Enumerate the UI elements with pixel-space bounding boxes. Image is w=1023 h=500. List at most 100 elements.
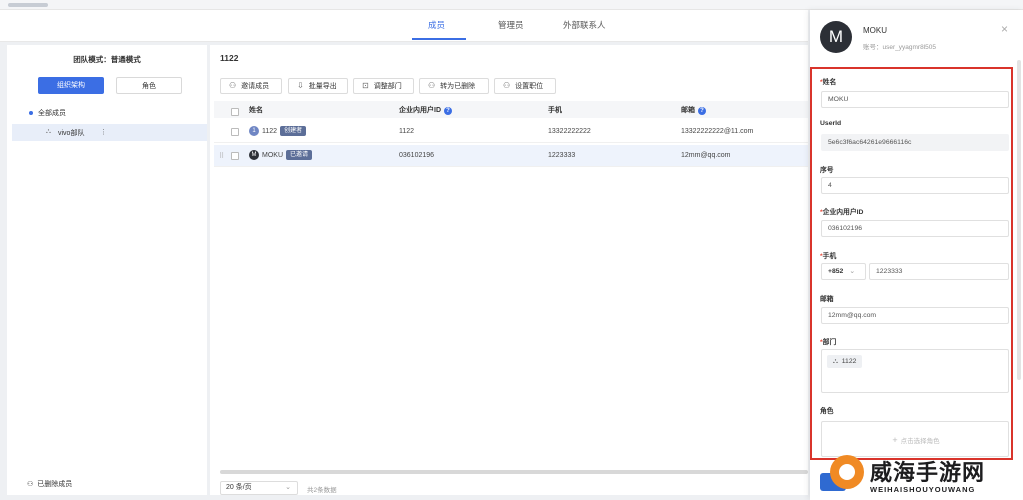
add-role-button[interactable]: + 点击选择角色 bbox=[822, 435, 1010, 445]
account-id: 账号：user_yyagmr8l505 bbox=[863, 44, 936, 51]
col-phone: 手机 bbox=[548, 107, 562, 114]
tab-external-contacts[interactable]: 外部联系人 bbox=[563, 19, 606, 31]
watermark-text: 威海手游网 bbox=[870, 460, 986, 485]
member-name: MOKU bbox=[863, 26, 887, 35]
position-label: 设置职位 bbox=[515, 83, 544, 90]
export-icon: ⇩ bbox=[297, 81, 304, 90]
page-size-select[interactable]: 20 条/页 ⌄ bbox=[220, 481, 298, 495]
col-user-id: 企业内用户ID? bbox=[399, 105, 452, 115]
member-list-panel: 1122 ⚇ 邀请成员 ⇩ 批量导出 ⊡ 调整部门 ⚇ 转为已删除 ⚇ 设置职位 姓名 企… bbox=[210, 45, 808, 495]
name-field[interactable]: MOKU bbox=[821, 91, 1009, 108]
invite-member-button[interactable]: ⚇ 邀请成员 bbox=[220, 78, 282, 94]
col-user-id-label: 企业内用户ID bbox=[399, 107, 441, 114]
team-mode-title: 团队模式：普通模式 bbox=[73, 55, 141, 64]
org-structure-tab[interactable]: 组织架构 bbox=[38, 77, 104, 94]
page-size-value: 20 条/页 bbox=[226, 484, 252, 491]
email-field[interactable]: 12mm@qq.com bbox=[821, 307, 1009, 324]
move-to-deleted-button[interactable]: ⚇ 转为已删除 bbox=[419, 78, 489, 94]
col-name: 姓名 bbox=[249, 107, 263, 114]
tab-members[interactable]: 成员 bbox=[428, 19, 445, 31]
member-name: MOKU bbox=[262, 151, 283, 159]
user-remove-icon: ⚇ bbox=[428, 81, 436, 90]
adjust-dept-button[interactable]: ⊡ 调整部门 bbox=[353, 78, 414, 94]
total-count: 共2条数据 bbox=[307, 487, 337, 494]
move-label: 转为已删除 bbox=[440, 83, 476, 90]
all-members-label: 全部成员 bbox=[38, 110, 66, 117]
dept-select[interactable]: ⛬ 1122 bbox=[821, 349, 1009, 393]
user-add-icon: ⚇ bbox=[229, 81, 237, 90]
name-cell: M MOKU 已邀请 bbox=[249, 150, 313, 160]
export-label: 批量导出 bbox=[308, 83, 337, 90]
name-label: *姓名 bbox=[820, 79, 837, 86]
dot-icon bbox=[29, 111, 33, 116]
phone-cell: 1223333 bbox=[548, 152, 576, 159]
top-bar bbox=[0, 0, 1023, 10]
email-label: 邮箱 bbox=[820, 296, 834, 303]
member-edit-form: *姓名 MOKU UserId 5e6c3f6ac64261e9666116c … bbox=[810, 67, 1013, 460]
deleted-members-label: 已删除成员 bbox=[37, 481, 73, 488]
avatar: M bbox=[249, 150, 259, 160]
name-cell: 1 1122 创建者 bbox=[249, 126, 307, 136]
position-icon: ⚇ bbox=[503, 81, 511, 90]
phone-cell: 13322222222 bbox=[548, 128, 591, 135]
adjust-label: 调整部门 bbox=[373, 83, 402, 90]
index-label: 序号 bbox=[820, 167, 834, 174]
deleted-members-item[interactable]: ⚇ 已删除成员 bbox=[27, 479, 72, 489]
dept-tag[interactable]: ⛬ 1122 bbox=[827, 355, 863, 368]
close-icon[interactable]: × bbox=[1001, 22, 1008, 36]
watermark: 威海手游网 WEIHAISHOUYOUWANG bbox=[818, 451, 1023, 500]
dept-title: 1122 bbox=[220, 53, 239, 63]
watermark-logo bbox=[830, 455, 864, 489]
chevron-down-icon: ⌄ bbox=[849, 268, 856, 275]
watermark-subtext: WEIHAISHOUYOUWANG bbox=[870, 485, 976, 494]
org-tree-icon: ⛬ bbox=[833, 358, 838, 365]
user-id-cell: 036102196 bbox=[399, 152, 435, 159]
vertical-scrollbar[interactable] bbox=[1017, 60, 1021, 380]
batch-export-button[interactable]: ⇩ 批量导出 bbox=[288, 78, 348, 94]
dept-icon: ⊡ bbox=[362, 81, 369, 90]
avatar: 1 bbox=[249, 126, 259, 136]
tab-admins[interactable]: 管理员 bbox=[498, 19, 524, 31]
col-email: 邮箱? bbox=[681, 105, 706, 115]
help-icon[interactable]: ? bbox=[444, 107, 452, 115]
dept-label: *部门 bbox=[820, 339, 837, 346]
select-all-checkbox[interactable] bbox=[231, 108, 239, 116]
member-name: 1122 bbox=[262, 127, 278, 135]
dept-name: vivo部队 bbox=[58, 130, 85, 137]
row-checkbox[interactable] bbox=[231, 128, 239, 136]
horizontal-scrollbar[interactable] bbox=[220, 470, 808, 474]
set-position-button[interactable]: ⚇ 设置职位 bbox=[494, 78, 556, 94]
email-cell: 12mm@qq.com bbox=[681, 152, 731, 159]
row-checkbox[interactable] bbox=[231, 152, 239, 160]
index-field[interactable]: 4 bbox=[821, 177, 1009, 194]
table-header: 姓名 企业内用户ID? 手机 邮箱? bbox=[214, 101, 808, 118]
table-row[interactable]: 1 1122 创建者 1122 13322222222 13322222222@11… bbox=[214, 121, 808, 143]
user-id-field[interactable]: 036102196 bbox=[821, 220, 1009, 237]
phone-field[interactable]: 1223333 bbox=[869, 263, 1009, 280]
role-tab[interactable]: 角色 bbox=[116, 77, 182, 94]
email-cell: 13322222222@11.com bbox=[681, 128, 754, 135]
all-members-item[interactable]: 全部成员 bbox=[29, 108, 66, 118]
left-panel: 团队模式：普通模式 组织架构 角色 全部成员 ⛬ vivo部队 ⋮ ⚇ 已删除成员 bbox=[7, 45, 207, 495]
dept-tree-item[interactable]: ⛬ vivo部队 ⋮ bbox=[12, 124, 207, 141]
phone-label: *手机 bbox=[820, 253, 837, 260]
table-row[interactable]: ⠿ M MOKU 已邀请 036102196 1223333 12mm@qq.com bbox=[214, 145, 808, 167]
col-email-label: 邮箱 bbox=[681, 107, 695, 114]
user-id-label: *企业内用户ID bbox=[820, 209, 864, 216]
tab-bar: 成员 管理员 外部联系人 bbox=[0, 10, 808, 42]
phone-code-select[interactable]: +852 ⌄ bbox=[821, 263, 866, 280]
status-badge: 已邀请 bbox=[286, 150, 313, 160]
userid-field: 5e6c3f6ac64261e9666116c bbox=[821, 134, 1009, 151]
user-id-cell: 1122 bbox=[399, 128, 415, 135]
avatar: M bbox=[820, 21, 852, 53]
org-tree-icon: ⛬ bbox=[46, 128, 51, 135]
plus-icon: + bbox=[892, 435, 898, 445]
invite-label: 邀请成员 bbox=[241, 83, 270, 90]
chevron-down-icon: ⌄ bbox=[285, 484, 291, 491]
more-icon[interactable]: ⋮ bbox=[100, 128, 107, 136]
help-icon[interactable]: ? bbox=[698, 107, 706, 115]
app-logo bbox=[8, 3, 48, 7]
active-tab-indicator bbox=[412, 38, 466, 40]
drag-handle-icon[interactable]: ⠿ bbox=[219, 152, 224, 160]
userid-label: UserId bbox=[820, 120, 842, 127]
